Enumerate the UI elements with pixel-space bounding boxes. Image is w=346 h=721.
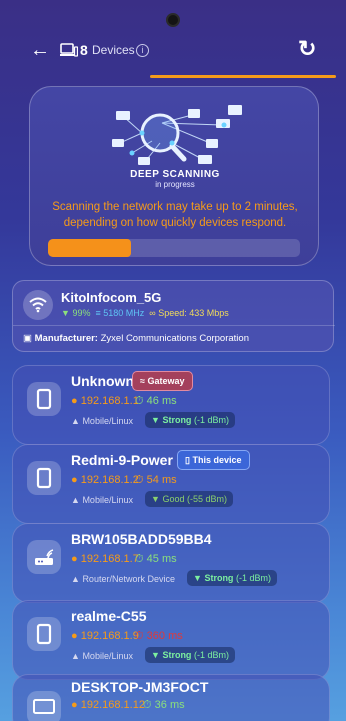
- device-card[interactable]: realme-C55 ● 192.168.1.9 ⏱ 360 ms ▲ Mobi…: [12, 600, 330, 680]
- network-card[interactable]: KitoInfocom_5G ▼ 99% ≡ 5180 MHz ∞ Speed:…: [12, 280, 335, 352]
- scan-progress-bar: [48, 239, 300, 257]
- scan-progress-fill: [48, 239, 132, 257]
- timer-icon: ⏱: [135, 553, 144, 565]
- timer-icon: ⏱: [143, 699, 152, 711]
- device-type: ▲ Mobile/Linux: [71, 651, 133, 661]
- device-count: 8: [80, 42, 88, 58]
- tree-icon: ▲: [71, 416, 80, 426]
- globe-icon: ●: [71, 630, 78, 642]
- link-icon: ∞: [146, 308, 156, 318]
- device-type: ▲ Router/Network Device: [71, 574, 175, 584]
- globe-icon: ●: [71, 699, 78, 711]
- desktop-icon: [27, 691, 61, 721]
- scan-progress-line: [150, 75, 336, 78]
- manufacturer-label: Manufacturer:: [34, 333, 98, 344]
- device-name: realme-C55: [71, 608, 147, 624]
- signal-strength: ▼ Strong (-1 dBm): [145, 412, 235, 428]
- scan-heading: DEEP SCANNING: [130, 169, 220, 180]
- globe-icon: ●: [71, 395, 78, 407]
- device-ping: ⏱ 45 ms: [135, 553, 177, 565]
- network-ssid: KitoInfocom_5G: [61, 290, 162, 305]
- device-ping: ⏱ 54 ms: [135, 474, 177, 486]
- devices-label: Devices: [92, 43, 135, 57]
- timer-icon: ⏱: [135, 474, 144, 486]
- device-name: Unknown: [71, 373, 134, 389]
- manufacturer-value: Zyxel Communications Corporation: [100, 333, 249, 344]
- signal-strength: ▼ Good (-55 dBm): [145, 491, 233, 507]
- signal-strength: ▼ Strong (-1 dBm): [187, 570, 277, 586]
- devices-icon: [60, 43, 78, 57]
- network-meta: ▼ 99% ≡ 5180 MHz ∞ Speed: 433 Mbps: [61, 308, 229, 318]
- refresh-icon[interactable]: ↻: [298, 38, 316, 60]
- wifi-icon: ≈: [140, 376, 145, 386]
- phone-icon: [27, 461, 61, 495]
- phone-icon: [27, 382, 61, 416]
- back-arrow-icon[interactable]: ←: [30, 40, 50, 60]
- device-name: DESKTOP-JM3FOCT: [71, 679, 209, 695]
- manufacturer-row: ▣ Manufacturer: Zyxel Communications Cor…: [23, 333, 249, 344]
- signal-strength: ▼ Strong (-1 dBm): [145, 647, 235, 663]
- globe-icon: ●: [71, 474, 78, 486]
- wifi-icon: ▼: [193, 573, 202, 583]
- network-speed: Speed: 433 Mbps: [158, 308, 229, 318]
- wifi-icon: [23, 290, 53, 320]
- timer-icon: ⏱: [135, 630, 144, 642]
- device-ping: ⏱ 36 ms: [143, 699, 185, 711]
- scan-card: DEEP SCANNING in progress Scanning the n…: [29, 86, 319, 266]
- top-bar: ← 8 Devices i ↻: [0, 36, 346, 68]
- device-ip: ● 192.168.1.1: [71, 395, 139, 407]
- device-ip: ● 192.168.1.2: [71, 474, 139, 486]
- device-card[interactable]: BRW105BADD59BB4 ● 192.168.1.7 ⏱ 45 ms ▲ …: [12, 523, 330, 603]
- camera-cutout: [166, 13, 180, 27]
- device-ping: ⏱ 46 ms: [135, 395, 177, 407]
- device-card[interactable]: Redmi-9-Power ▯ This device ● 192.168.1.…: [12, 444, 330, 524]
- tree-icon: ▲: [71, 495, 80, 505]
- scan-message: Scanning the network may take up to 2 mi…: [52, 201, 298, 229]
- badge-label: This device: [192, 455, 242, 465]
- device-name: Redmi-9-Power: [71, 452, 173, 468]
- router-icon: [27, 540, 61, 574]
- gateway-badge: ≈ Gateway: [132, 371, 193, 391]
- wifi-icon: ▼: [151, 494, 160, 504]
- wifi-icon: ▼: [151, 415, 160, 425]
- info-icon[interactable]: i: [136, 44, 149, 57]
- device-card[interactable]: DESKTOP-JM3FOCT ● 192.168.1.12 ⏱ 36 ms: [12, 674, 330, 721]
- divider: [13, 325, 335, 326]
- this-device-badge: ▯ This device: [177, 450, 250, 470]
- phone-icon: ▯: [185, 455, 190, 465]
- scan-subheading: in progress: [155, 180, 195, 189]
- device-ping: ⏱ 360 ms: [135, 630, 183, 642]
- tree-icon: ▲: [71, 651, 80, 661]
- timer-icon: ⏱: [135, 395, 144, 407]
- device-ip: ● 192.168.1.9: [71, 630, 139, 642]
- network-signal: 99%: [72, 308, 91, 318]
- device-type: ▲ Mobile/Linux: [71, 416, 133, 426]
- globe-icon: ●: [71, 553, 78, 565]
- frequency-icon: ≡: [92, 308, 101, 318]
- device-card[interactable]: Unknown ≈ Gateway ● 192.168.1.1 ⏱ 46 ms …: [12, 365, 330, 445]
- device-ip: ● 192.168.1.12: [71, 699, 145, 711]
- device-type: ▲ Mobile/Linux: [71, 495, 133, 505]
- signal-icon: ▼: [61, 308, 70, 318]
- network-scan-illustration: [112, 105, 242, 165]
- device-name: BRW105BADD59BB4: [71, 531, 212, 547]
- wifi-icon: ▼: [151, 650, 160, 660]
- network-frequency: 5180 MHz: [103, 308, 145, 318]
- badge-icon: ▣: [23, 333, 32, 344]
- tree-icon: ▲: [71, 574, 80, 584]
- badge-label: Gateway: [147, 376, 185, 386]
- phone-icon: [27, 617, 61, 651]
- device-ip: ● 192.168.1.7: [71, 553, 139, 565]
